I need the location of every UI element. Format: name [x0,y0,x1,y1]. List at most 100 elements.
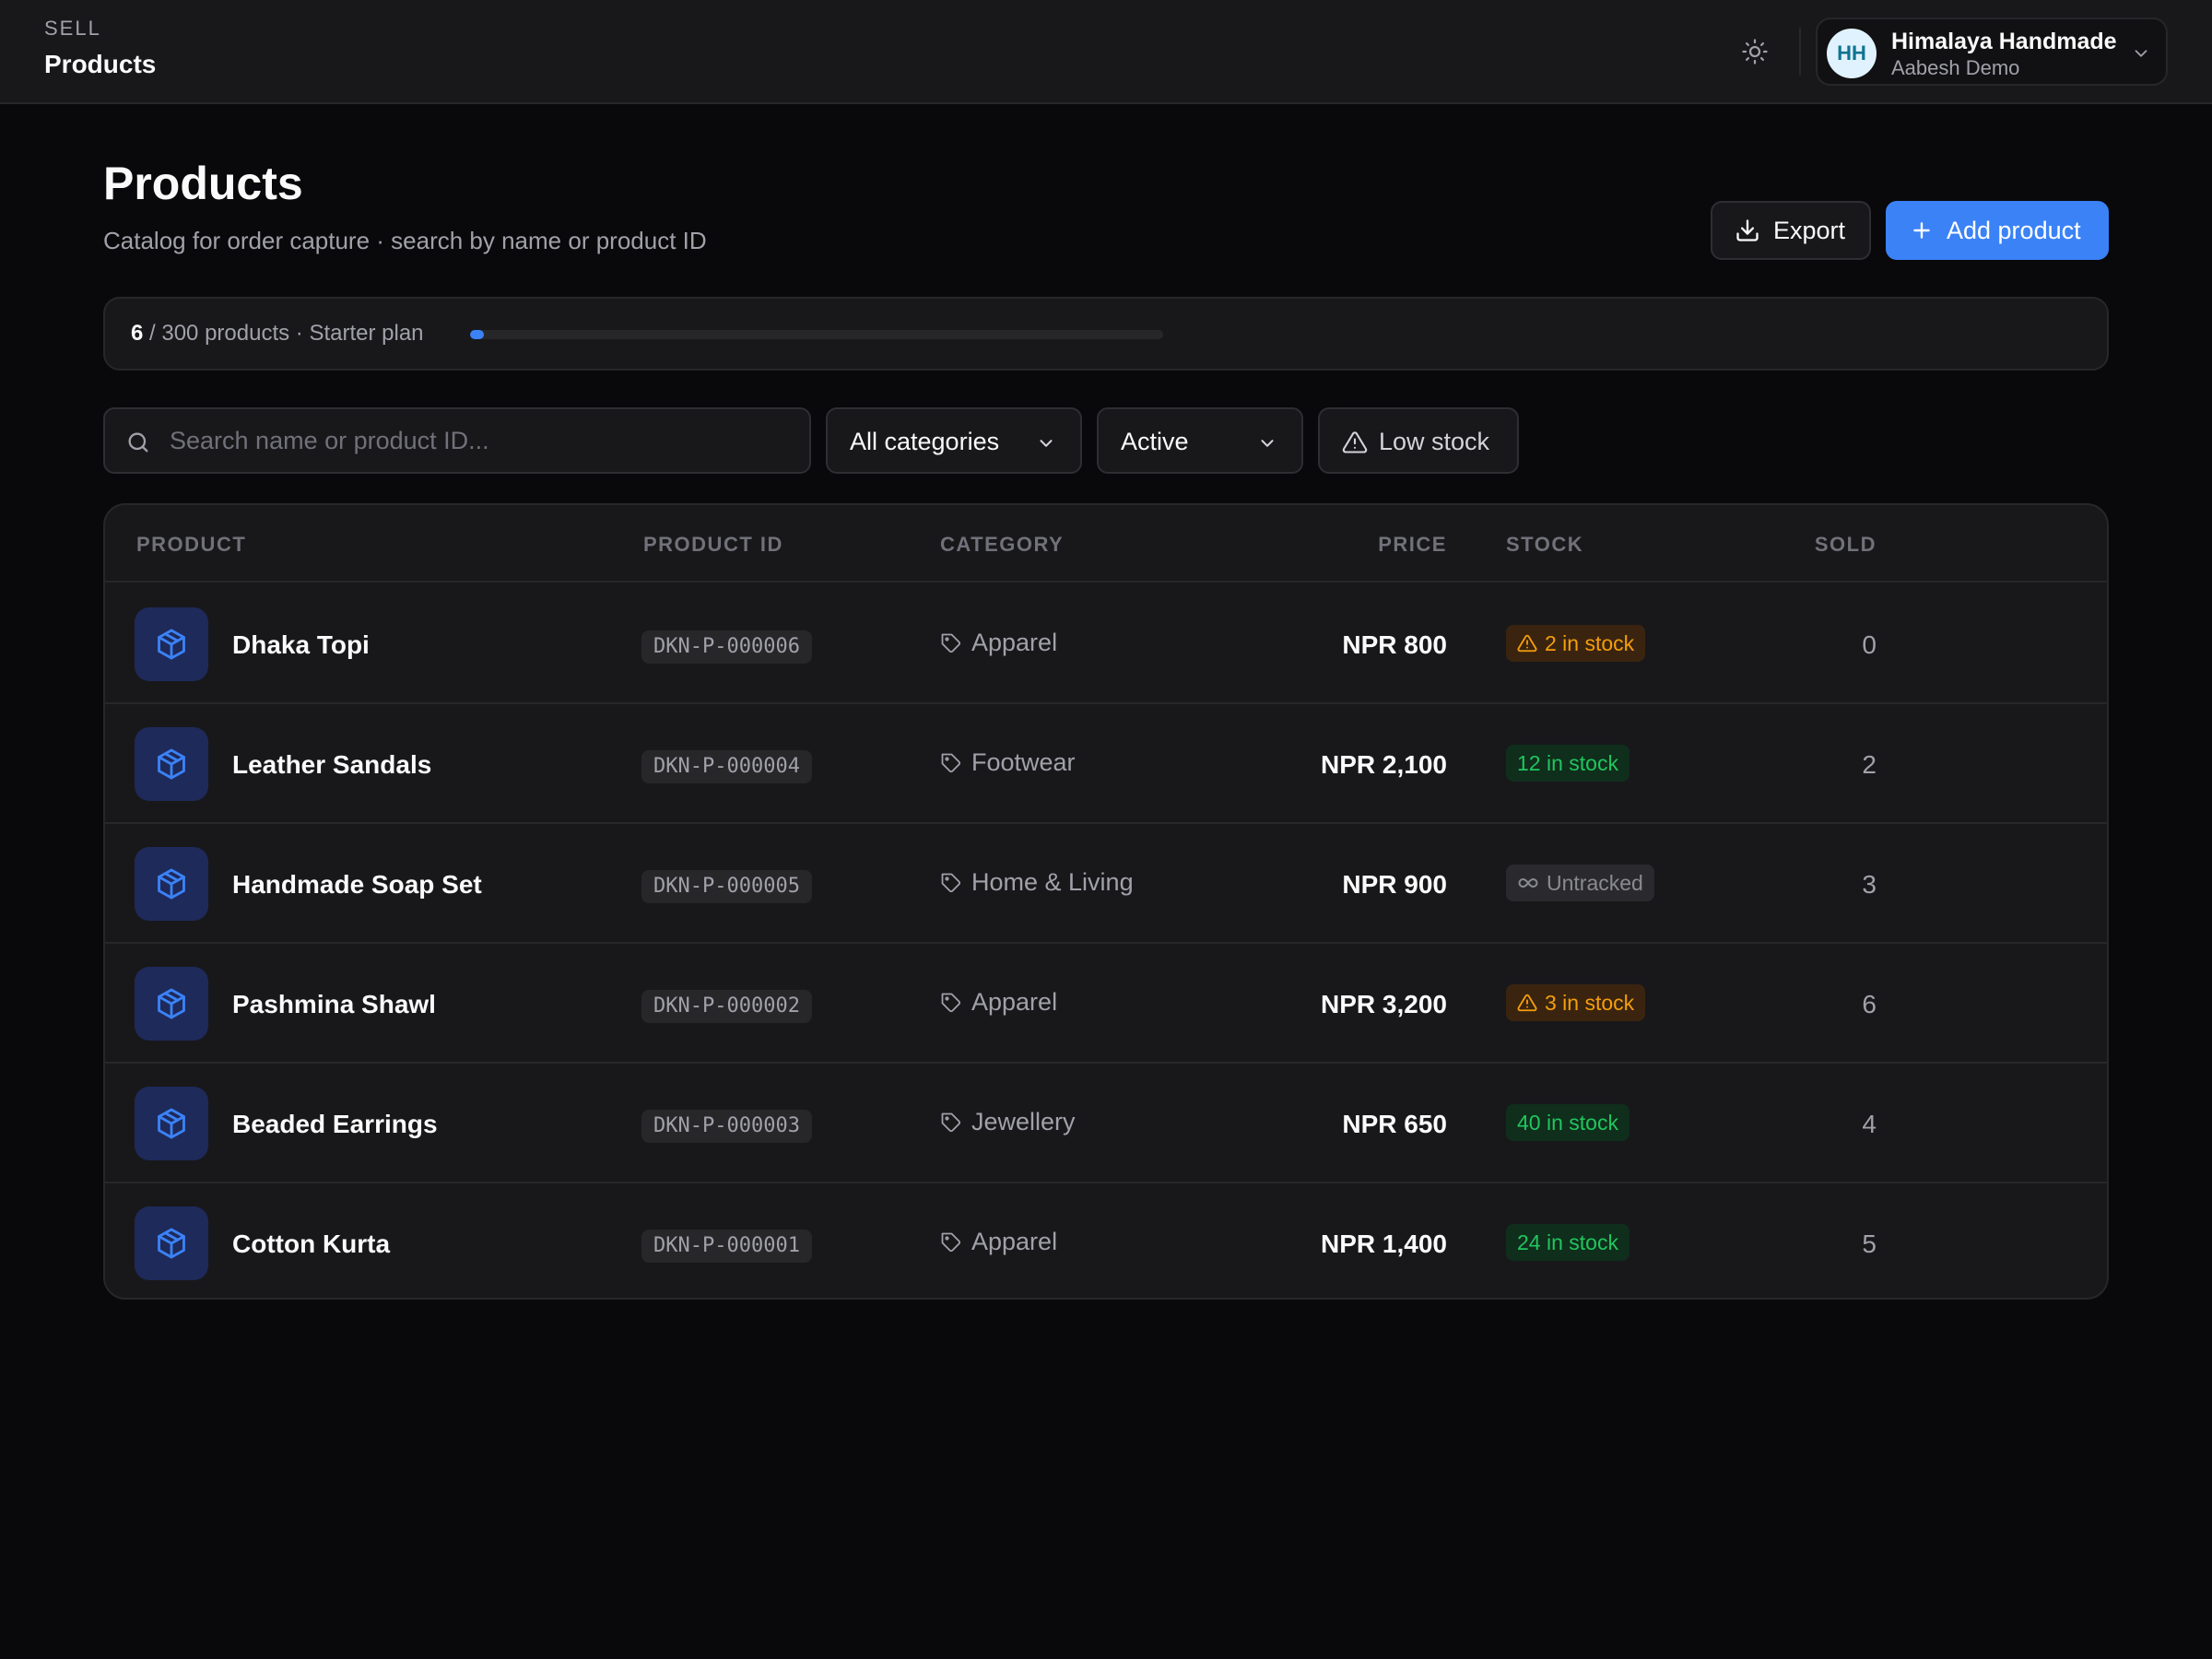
plan-used-count: 6 [131,321,144,346]
low-stock-label: Low stock [1379,428,1490,455]
add-product-label: Add product [1947,216,2081,244]
table-row[interactable]: Handmade Soap Set DKN-P-000005 Home & Li… [105,824,2107,944]
category-label: Home & Living [971,868,1134,896]
stock-badge: 40 in stock [1506,1104,1630,1141]
section-label: SELL [44,17,101,40]
product-category: Apparel [940,1228,1057,1256]
product-price: NPR 2,100 [1321,750,1447,779]
search-input[interactable] [170,422,787,459]
account-switcher[interactable]: HH Himalaya Handmade Aabesh Demo [1816,18,2168,86]
stock-badge: 24 in stock [1506,1224,1630,1261]
plan-usage-track [470,330,1163,339]
product-price: NPR 650 [1342,1110,1447,1138]
status-select[interactable]: Active [1097,407,1303,474]
product-price: NPR 3,200 [1321,990,1447,1018]
table-row[interactable]: Pashmina Shawl DKN-P-000002 Apparel NPR … [105,944,2107,1064]
breadcrumb[interactable]: Products [44,50,156,79]
sold-count: 3 [1862,870,1877,899]
tag-icon [940,992,962,1014]
package-icon [154,747,189,782]
table-row[interactable]: Leather Sandals DKN-P-000004 Footwear NP… [105,704,2107,824]
product-thumbnail [135,1206,208,1280]
avatar: HH [1827,29,1877,78]
product-thumbnail [135,847,208,921]
tag-icon [940,872,962,894]
product-name[interactable]: Dhaka Topi [232,630,370,660]
stock-label: Untracked [1547,870,1643,895]
theme-toggle-button[interactable] [1733,29,1777,74]
category-label: Apparel [971,629,1058,656]
table-row[interactable]: Dhaka Topi DKN-P-000006 Apparel NPR 800 … [105,584,2107,704]
product-thumbnail [135,727,208,801]
package-icon [154,866,189,901]
plan-usage-text: 6 / 300 products · Starter plan [131,321,424,347]
tag-icon [940,1231,962,1253]
warning-triangle-icon [1517,993,1537,1013]
package-icon [154,1226,189,1261]
column-header-category[interactable]: CATEGORY [940,533,1064,557]
column-header-price[interactable]: PRICE [1378,533,1447,557]
page-subtitle: Catalog for order capture · search by na… [103,227,707,254]
export-button[interactable]: Export [1711,201,1871,260]
table-row[interactable]: Beaded Earrings DKN-P-000003 Jewellery N… [105,1064,2107,1183]
product-name[interactable]: Beaded Earrings [232,1110,438,1139]
infinity-icon [1517,872,1539,894]
add-product-button[interactable]: Add product [1886,201,2109,260]
product-id-badge: DKN-P-000002 [641,990,812,1023]
category-select[interactable]: All categories [826,407,1082,474]
plan-limit-text: / 300 products · Starter plan [143,321,424,346]
package-icon [154,627,189,662]
product-name[interactable]: Handmade Soap Set [232,870,482,900]
chevron-down-icon [1036,433,1056,453]
column-header-product-id[interactable]: PRODUCT ID [643,533,783,557]
category-select-value: All categories [850,428,1000,455]
product-id-badge: DKN-P-000005 [641,870,812,903]
tag-icon [940,1112,962,1134]
product-thumbnail [135,1087,208,1160]
product-category: Apparel [940,629,1057,657]
org-name: Himalaya Handmade [1891,29,2117,54]
top-bar: SELL Products HH Himalaya Handmade Aabes… [0,0,2212,104]
product-price: NPR 1,400 [1321,1230,1447,1258]
search-box[interactable] [103,407,811,474]
sold-count: 2 [1862,750,1877,779]
sold-count: 6 [1862,990,1877,1018]
category-label: Apparel [971,1228,1058,1255]
product-name[interactable]: Pashmina Shawl [232,990,436,1019]
chevron-down-icon [1257,433,1277,453]
sold-count: 5 [1862,1230,1877,1258]
low-stock-filter-button[interactable]: Low stock [1318,407,1519,474]
plan-usage-fill [470,330,485,339]
product-thumbnail [135,607,208,681]
tag-icon [940,632,962,654]
product-thumbnail [135,967,208,1041]
warning-triangle-icon [1517,633,1537,653]
table-row[interactable]: Cotton Kurta DKN-P-000001 Apparel NPR 1,… [105,1183,2107,1298]
stock-badge: 12 in stock [1506,745,1630,782]
product-name[interactable]: Leather Sandals [232,750,431,780]
table-header: PRODUCT PRODUCT ID CATEGORY PRICE STOCK … [105,505,2107,582]
column-header-stock[interactable]: STOCK [1506,533,1583,557]
stock-badge: 3 in stock [1506,984,1646,1021]
plus-icon [1910,218,1934,242]
plan-usage-bar: 6 / 300 products · Starter plan [103,297,2109,371]
search-icon [125,429,151,455]
stock-badge: 2 in stock [1506,625,1646,662]
stock-label: 3 in stock [1545,990,1635,1015]
column-header-sold[interactable]: SOLD [1815,533,1877,557]
sold-count: 0 [1862,630,1877,659]
category-label: Footwear [971,748,1076,776]
column-header-product[interactable]: PRODUCT [136,533,246,557]
sold-count: 4 [1862,1110,1877,1138]
category-label: Jewellery [971,1108,1076,1135]
tag-icon [940,752,962,774]
stock-label: 2 in stock [1545,630,1635,655]
stock-label: 24 in stock [1517,1230,1618,1254]
products-table: PRODUCT PRODUCT ID CATEGORY PRICE STOCK … [103,503,2109,1300]
stock-badge: Untracked [1506,865,1654,901]
category-label: Apparel [971,988,1058,1016]
user-name: Aabesh Demo [1891,56,2020,79]
download-icon [1735,218,1760,243]
stock-label: 12 in stock [1517,750,1618,775]
product-name[interactable]: Cotton Kurta [232,1230,390,1259]
